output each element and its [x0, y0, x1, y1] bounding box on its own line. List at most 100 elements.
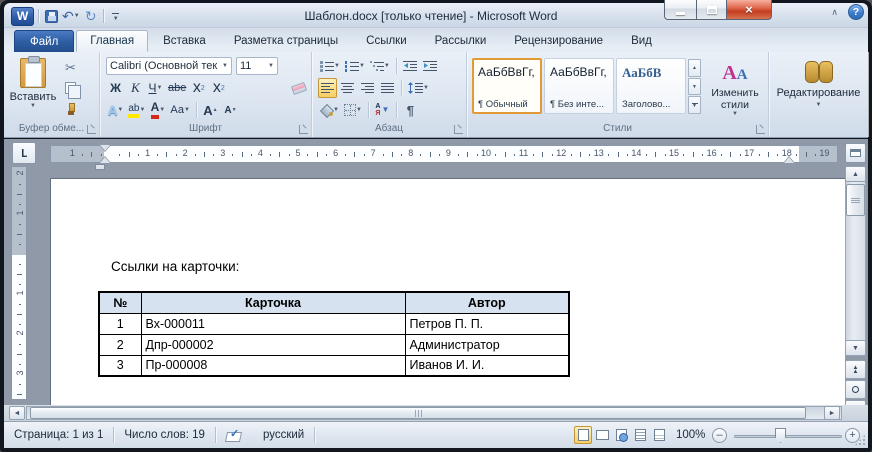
- table-cell[interactable]: Вх-000011: [141, 313, 405, 334]
- document-page[interactable]: Ссылки на карточки: № Карточка Автор 1 В…: [50, 178, 845, 421]
- show-marks-button[interactable]: ¶: [401, 100, 420, 120]
- zoom-in-button[interactable]: +: [845, 428, 860, 443]
- page-count-indicator[interactable]: Страница: 1 из 1: [4, 422, 113, 448]
- font-name-combo[interactable]: Calibri (Основной тек ▼: [106, 57, 232, 75]
- italic-button[interactable]: K: [126, 78, 145, 98]
- dialog-launcher-icon[interactable]: [299, 125, 308, 134]
- spellcheck-indicator[interactable]: ✓: [216, 422, 253, 448]
- collapse-ribbon-icon[interactable]: ∧: [829, 6, 840, 19]
- shrink-font-button[interactable]: А▼: [221, 100, 240, 120]
- style-no-spacing[interactable]: АаБбВвГг, ¶ Без инте...: [544, 58, 614, 114]
- zoom-slider-thumb[interactable]: [775, 428, 786, 443]
- vertical-scrollbar-thumb[interactable]: [846, 184, 865, 216]
- decrease-indent-button[interactable]: [401, 56, 420, 76]
- grow-font-button[interactable]: А▲: [201, 100, 220, 120]
- subscript-button[interactable]: x2: [189, 78, 208, 98]
- underline-button[interactable]: Ч▼: [146, 78, 165, 98]
- borders-button[interactable]: ▼: [342, 100, 364, 120]
- left-indent-marker[interactable]: [95, 164, 105, 170]
- copy-button[interactable]: [61, 78, 80, 98]
- justify-button[interactable]: [378, 78, 397, 98]
- select-browse-object-button[interactable]: [845, 380, 866, 399]
- tab-page-layout[interactable]: Разметка страницы: [221, 30, 351, 52]
- tab-review[interactable]: Рецензирование: [501, 30, 616, 52]
- help-button[interactable]: ?: [848, 4, 864, 20]
- tab-home[interactable]: Главная: [76, 30, 148, 52]
- styles-scroll-up-button[interactable]: ▲: [688, 59, 701, 77]
- style-heading1[interactable]: АаБбВ Заголово...: [616, 58, 686, 114]
- styles-scroll-down-button[interactable]: ▼: [688, 78, 701, 96]
- redo-button[interactable]: ↻: [83, 7, 99, 25]
- bullets-button[interactable]: ▼: [318, 56, 342, 76]
- shading-button[interactable]: ▼: [318, 100, 341, 120]
- tab-file[interactable]: Файл: [14, 30, 74, 52]
- cut-button[interactable]: ✂: [61, 57, 80, 77]
- table-cell[interactable]: Иванов И. И.: [405, 355, 569, 376]
- tab-references[interactable]: Ссылки: [353, 30, 420, 52]
- tab-view[interactable]: Вид: [618, 30, 665, 52]
- multilevel-list-button[interactable]: ▼: [368, 56, 392, 76]
- table-cell[interactable]: Петров П. П.: [405, 313, 569, 334]
- line-spacing-button[interactable]: ▼: [406, 78, 431, 98]
- minimize-button[interactable]: [664, 0, 696, 20]
- superscript-button[interactable]: x2: [209, 78, 228, 98]
- dialog-launcher-icon[interactable]: [454, 125, 463, 134]
- web-layout-view-button[interactable]: [612, 426, 630, 444]
- print-layout-view-button[interactable]: [574, 426, 592, 444]
- save-button[interactable]: [43, 7, 59, 25]
- style-normal[interactable]: АаБбВвГг, ¶ Обычный: [472, 58, 542, 114]
- font-color-button[interactable]: А▼: [148, 100, 167, 120]
- tab-mailings[interactable]: Рассылки: [422, 30, 500, 52]
- tab-stop-selector[interactable]: L: [12, 142, 36, 164]
- align-right-button[interactable]: [358, 78, 377, 98]
- scroll-down-button[interactable]: ▼: [845, 340, 866, 356]
- table-cell[interactable]: Администратор: [405, 334, 569, 355]
- increase-indent-button[interactable]: [421, 56, 440, 76]
- highlight-button[interactable]: ab▼: [126, 100, 147, 120]
- dialog-launcher-icon[interactable]: [756, 125, 765, 134]
- zoom-out-button[interactable]: –: [712, 428, 727, 443]
- change-styles-button[interactable]: AA Изменить стили ▼: [706, 58, 764, 117]
- close-button[interactable]: ×: [727, 0, 772, 20]
- format-painter-button[interactable]: [61, 99, 80, 119]
- word-count-indicator[interactable]: Число слов: 19: [114, 422, 215, 448]
- table-cell[interactable]: 1: [99, 313, 141, 334]
- table-header-cell[interactable]: Автор: [405, 292, 569, 313]
- font-size-combo[interactable]: 11 ▼: [236, 57, 278, 75]
- bold-button[interactable]: Ж: [106, 78, 125, 98]
- scroll-up-button[interactable]: ▲: [845, 166, 866, 182]
- undo-button[interactable]: ↶ ▼: [61, 7, 81, 25]
- align-left-button[interactable]: [318, 78, 337, 98]
- text-effects-button[interactable]: А▼: [106, 100, 125, 120]
- draft-view-button[interactable]: [650, 426, 668, 444]
- table-cell[interactable]: Пр-000008: [141, 355, 405, 376]
- strikethrough-button[interactable]: abe: [166, 78, 188, 98]
- align-center-button[interactable]: [338, 78, 357, 98]
- numbering-button[interactable]: ▼: [343, 56, 367, 76]
- document-paragraph[interactable]: Ссылки на карточки:: [111, 259, 239, 274]
- table-cell[interactable]: 2: [99, 334, 141, 355]
- word-logo-icon[interactable]: W: [11, 7, 34, 26]
- scroll-right-button[interactable]: ►: [824, 406, 840, 420]
- clear-formatting-button[interactable]: [289, 78, 308, 98]
- change-case-button[interactable]: Аа▼: [168, 100, 192, 120]
- scroll-left-button[interactable]: ◄: [9, 406, 25, 420]
- language-indicator[interactable]: русский: [253, 422, 314, 448]
- paste-button[interactable]: Вставить ▼: [7, 55, 59, 119]
- editing-button[interactable]: Редактирование ▼: [772, 55, 865, 108]
- tab-insert[interactable]: Вставка: [150, 30, 219, 52]
- maximize-button[interactable]: [696, 0, 727, 20]
- table-header-cell[interactable]: Карточка: [141, 292, 405, 313]
- zoom-slider-track[interactable]: [734, 435, 842, 438]
- ruler-toggle-button[interactable]: [845, 143, 866, 163]
- table-header-cell[interactable]: №: [99, 292, 141, 313]
- sort-button[interactable]: АЯ ▼: [373, 100, 392, 120]
- dialog-launcher-icon[interactable]: [87, 125, 96, 134]
- customize-quick-access-button[interactable]: ▼: [108, 7, 124, 25]
- zoom-level[interactable]: 100%: [676, 429, 705, 441]
- outline-view-button[interactable]: [631, 426, 649, 444]
- horizontal-scrollbar-thumb[interactable]: [30, 407, 806, 419]
- styles-gallery-more-button[interactable]: ▼: [688, 96, 701, 114]
- table-cell[interactable]: Дпр-000002: [141, 334, 405, 355]
- table-cell[interactable]: 3: [99, 355, 141, 376]
